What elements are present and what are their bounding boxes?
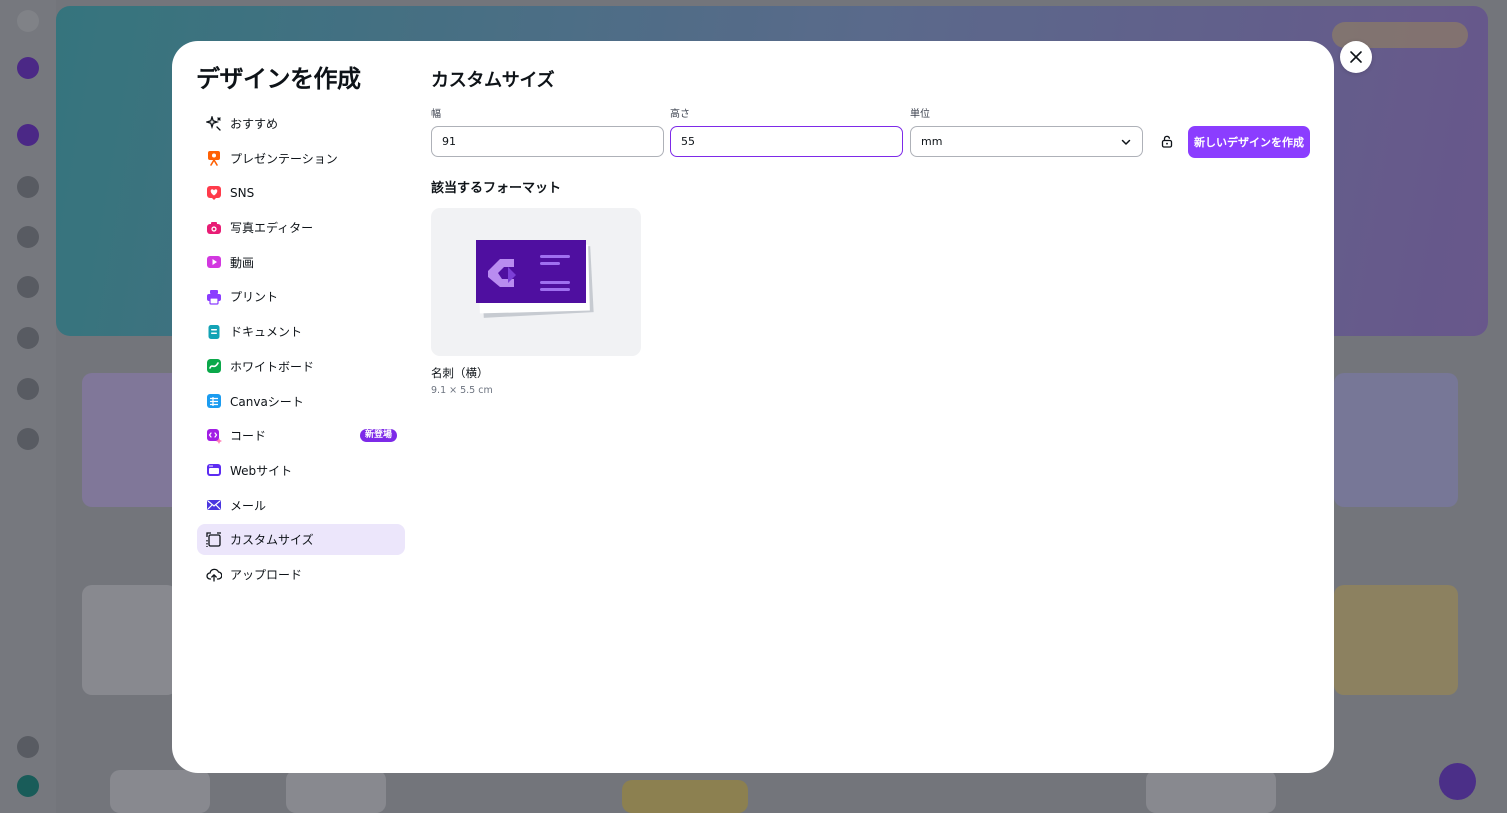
nav-item-label: 動画 <box>230 255 255 270</box>
nav-item-website[interactable]: Webサイト <box>197 455 405 486</box>
nav-item-upload-cloud[interactable]: アップロード <box>197 559 405 590</box>
upload-cloud-icon <box>206 566 222 583</box>
nav-item-document[interactable]: ドキュメント <box>197 316 405 347</box>
height-label: 高さ <box>670 109 690 120</box>
nav-item-label: ホワイトボード <box>230 359 315 374</box>
unlock-icon <box>1161 135 1173 148</box>
nav-item-mail[interactable]: メール <box>197 490 405 521</box>
nav-item-sheet[interactable]: Canvaシート <box>197 386 405 417</box>
nav-item-label: コード <box>230 429 267 444</box>
chevron-down-icon <box>1121 139 1131 145</box>
category-nav: おすすめプレゼンテーション SNS 写真エディター 動画プリントドキュメント ホワイトボ… <box>197 108 405 594</box>
nav-item-label: カスタムサイズ <box>230 533 314 548</box>
mail-icon <box>206 497 222 513</box>
unit-select[interactable]: mm <box>910 126 1143 157</box>
custom-size-panel: カスタムサイズ 幅 高さ 単位 mm 新しいデザインを作成 該当するフォーマット <box>431 41 1311 773</box>
nav-item-label: プリント <box>230 290 279 305</box>
nav-item-label: おすすめ <box>230 117 279 131</box>
create-design-modal: デザインを作成 おすすめプレゼンテーション SNS 写真エディター 動画プリントドキュ… <box>172 41 1334 773</box>
width-label: 幅 <box>431 109 441 120</box>
nav-item-sparkle[interactable]: おすすめ <box>197 108 405 139</box>
nav-item-label: プレゼンテーション <box>230 151 338 166</box>
nav-item-custom-size[interactable]: カスタムサイズ <box>197 524 405 556</box>
format-name: 名刺（横） <box>431 366 489 380</box>
printer-icon <box>206 289 222 305</box>
nav-item-label: SNS <box>230 185 255 200</box>
close-icon <box>1350 51 1362 63</box>
website-icon <box>206 462 222 478</box>
custom-size-title: カスタムサイズ <box>431 70 555 91</box>
code-icon <box>206 428 222 444</box>
custom-size-icon <box>206 532 222 548</box>
nav-item-label: ドキュメント <box>230 325 303 340</box>
unit-selected-value: mm <box>921 135 943 148</box>
nav-item-label: アップロード <box>230 567 303 582</box>
heart-icon <box>206 185 222 201</box>
unit-label: 単位 <box>910 109 930 120</box>
nav-item-video[interactable]: 動画 <box>197 247 405 278</box>
business-card-icon <box>476 240 594 318</box>
new-badge: 新登場 <box>359 429 397 443</box>
matching-formats-title: 該当するフォーマット <box>431 181 562 196</box>
sheet-icon <box>206 393 222 409</box>
width-input[interactable] <box>431 126 664 157</box>
nav-item-label: Canvaシート <box>230 394 304 409</box>
height-input[interactable] <box>670 126 903 157</box>
sparkle-icon <box>206 115 222 132</box>
nav-item-code[interactable]: コード 新登場 <box>197 420 405 451</box>
nav-item-label: Webサイト <box>230 463 293 478</box>
close-modal-button[interactable] <box>1340 41 1372 73</box>
camera-icon <box>206 220 222 236</box>
nav-item-camera[interactable]: 写真エディター <box>197 212 405 243</box>
nav-item-whiteboard[interactable]: ホワイトボード <box>197 351 405 382</box>
nav-item-label: 写真エディター <box>230 221 314 236</box>
video-icon <box>206 254 222 270</box>
whiteboard-icon <box>206 358 222 374</box>
format-thumbnail <box>431 208 641 356</box>
aspect-lock-button[interactable] <box>1157 131 1177 151</box>
create-design-button[interactable]: 新しいデザインを作成 <box>1188 126 1310 158</box>
nav-item-label: メール <box>230 498 267 513</box>
modal-title: デザインを作成 <box>196 65 361 93</box>
document-icon <box>206 324 222 340</box>
nav-item-heart[interactable]: SNS <box>197 177 405 208</box>
nav-item-presentation[interactable]: プレゼンテーション <box>197 143 405 174</box>
presentation-icon <box>206 150 222 166</box>
format-size: 9.1 × 5.5 cm <box>431 385 493 396</box>
format-card-business-card[interactable]: 名刺（横） 9.1 × 5.5 cm <box>431 208 641 396</box>
nav-item-printer[interactable]: プリント <box>197 281 405 312</box>
